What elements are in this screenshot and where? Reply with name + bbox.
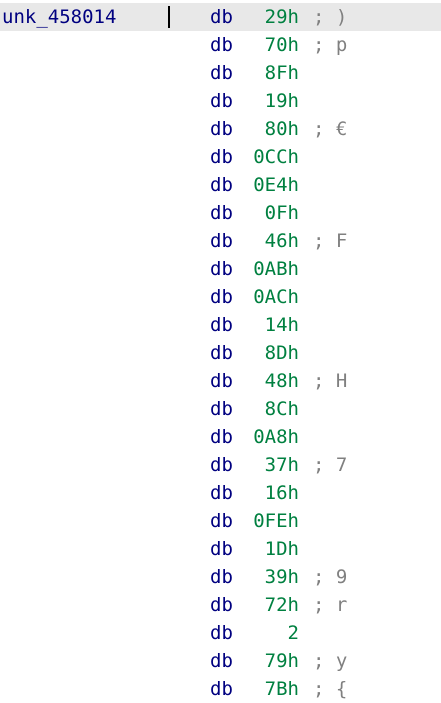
directive-mnemonic[interactable]: db — [210, 339, 233, 367]
ascii-comment: ; r — [313, 594, 348, 616]
listing-row[interactable]: db 8Fh — [0, 59, 441, 87]
byte-operand[interactable]: 0A8h — [246, 423, 299, 451]
directive-mnemonic[interactable]: db — [210, 619, 233, 647]
ascii-comment: ; € — [313, 118, 348, 140]
ascii-comment: ; p — [313, 34, 348, 56]
ascii-comment: ; 9 — [313, 566, 348, 588]
ascii-comment: ; y — [313, 650, 348, 672]
listing-row[interactable]: db 46h ; F — [0, 227, 441, 255]
directive-mnemonic[interactable]: db — [210, 563, 233, 591]
byte-operand[interactable]: 29h — [246, 3, 299, 31]
listing-row[interactable]: db 14h — [0, 311, 441, 339]
directive-mnemonic[interactable]: db — [210, 283, 233, 311]
listing-row[interactable]: db 0ACh — [0, 283, 441, 311]
listing-row[interactable]: db 16h — [0, 479, 441, 507]
directive-mnemonic[interactable]: db — [210, 647, 233, 675]
byte-operand[interactable]: 0ACh — [246, 283, 299, 311]
directive-mnemonic[interactable]: db — [210, 115, 233, 143]
byte-operand[interactable]: 2 — [246, 619, 299, 647]
byte-operand[interactable]: 19h — [246, 87, 299, 115]
listing-row[interactable]: db 37h ; 7 — [0, 451, 441, 479]
listing-row[interactable]: db 0CCh — [0, 143, 441, 171]
byte-operand[interactable]: 46h — [246, 227, 299, 255]
listing-row[interactable]: db 2 — [0, 619, 441, 647]
disassembly-listing[interactable]: unk_458014 db 29h; ) db 70h; p db 8Fh db 19h db 80… — [0, 3, 441, 703]
listing-row[interactable]: db 8Dh — [0, 339, 441, 367]
directive-mnemonic[interactable]: db — [210, 3, 233, 31]
directive-mnemonic[interactable]: db — [210, 479, 233, 507]
directive-mnemonic[interactable]: db — [210, 31, 233, 59]
listing-row[interactable]: db 7Bh ; { — [0, 675, 441, 703]
directive-mnemonic[interactable]: db — [210, 199, 233, 227]
listing-row[interactable]: db 0ABh — [0, 255, 441, 283]
directive-mnemonic[interactable]: db — [210, 395, 233, 423]
directive-mnemonic[interactable]: db — [210, 451, 233, 479]
ascii-comment: ; 7 — [313, 454, 348, 476]
listing-row[interactable]: db 39h ; 9 — [0, 563, 441, 591]
listing-row[interactable]: db 0A8h — [0, 423, 441, 451]
directive-mnemonic[interactable]: db — [210, 87, 233, 115]
byte-operand[interactable]: 80h — [246, 115, 299, 143]
directive-mnemonic[interactable]: db — [210, 227, 233, 255]
listing-row[interactable]: db 0FEh — [0, 507, 441, 535]
byte-operand[interactable]: 72h — [246, 591, 299, 619]
directive-mnemonic[interactable]: db — [210, 171, 233, 199]
directive-mnemonic[interactable]: db — [210, 143, 233, 171]
listing-row[interactable]: db 1Dh — [0, 535, 441, 563]
selected-listing-row[interactable]: unk_458014 db 29h ; ) — [0, 3, 441, 31]
byte-operand[interactable]: 1Dh — [246, 535, 299, 563]
directive-mnemonic[interactable]: db — [210, 311, 233, 339]
byte-operand[interactable]: 0E4h — [246, 171, 299, 199]
byte-operand[interactable]: 16h — [246, 479, 299, 507]
directive-mnemonic[interactable]: db — [210, 423, 233, 451]
ascii-comment: ; H — [313, 370, 348, 392]
byte-operand[interactable]: 39h — [246, 563, 299, 591]
listing-row[interactable]: db 19h — [0, 87, 441, 115]
directive-mnemonic[interactable]: db — [210, 367, 233, 395]
directive-mnemonic[interactable]: db — [210, 591, 233, 619]
byte-operand[interactable]: 8Dh — [246, 339, 299, 367]
byte-operand[interactable]: 0ABh — [246, 255, 299, 283]
byte-operand[interactable]: 48h — [246, 367, 299, 395]
listing-row[interactable]: db 0E4h — [0, 171, 441, 199]
byte-operand[interactable]: 8Ch — [246, 395, 299, 423]
ascii-comment: ; F — [313, 230, 348, 252]
byte-operand[interactable]: 70h — [246, 31, 299, 59]
listing-row[interactable]: db 79h ; y — [0, 647, 441, 675]
byte-operand[interactable]: 37h — [246, 451, 299, 479]
byte-operand[interactable]: 79h — [246, 647, 299, 675]
byte-operand[interactable]: 0CCh — [246, 143, 299, 171]
directive-mnemonic[interactable]: db — [210, 675, 233, 703]
ascii-comment: ; ) — [313, 6, 348, 28]
byte-operand[interactable]: 7Bh — [246, 675, 299, 703]
listing-row[interactable]: db 80h ; € — [0, 115, 441, 143]
directive-mnemonic[interactable]: db — [210, 507, 233, 535]
byte-operand[interactable]: 0FEh — [246, 507, 299, 535]
text-cursor — [168, 6, 170, 28]
data-label[interactable]: unk_458014 — [2, 3, 116, 31]
directive-mnemonic[interactable]: db — [210, 59, 233, 87]
listing-row[interactable]: db 70h ; p — [0, 31, 441, 59]
listing-row[interactable]: db 0Fh — [0, 199, 441, 227]
listing-row[interactable]: db 8Ch — [0, 395, 441, 423]
ascii-comment: ; { — [313, 678, 348, 700]
directive-mnemonic[interactable]: db — [210, 255, 233, 283]
byte-operand[interactable]: 8Fh — [246, 59, 299, 87]
directive-mnemonic[interactable]: db — [210, 535, 233, 563]
listing-row[interactable]: db 48h ; H — [0, 367, 441, 395]
byte-operand[interactable]: 0Fh — [246, 199, 299, 227]
listing-row[interactable]: db 72h ; r — [0, 591, 441, 619]
byte-operand[interactable]: 14h — [246, 311, 299, 339]
